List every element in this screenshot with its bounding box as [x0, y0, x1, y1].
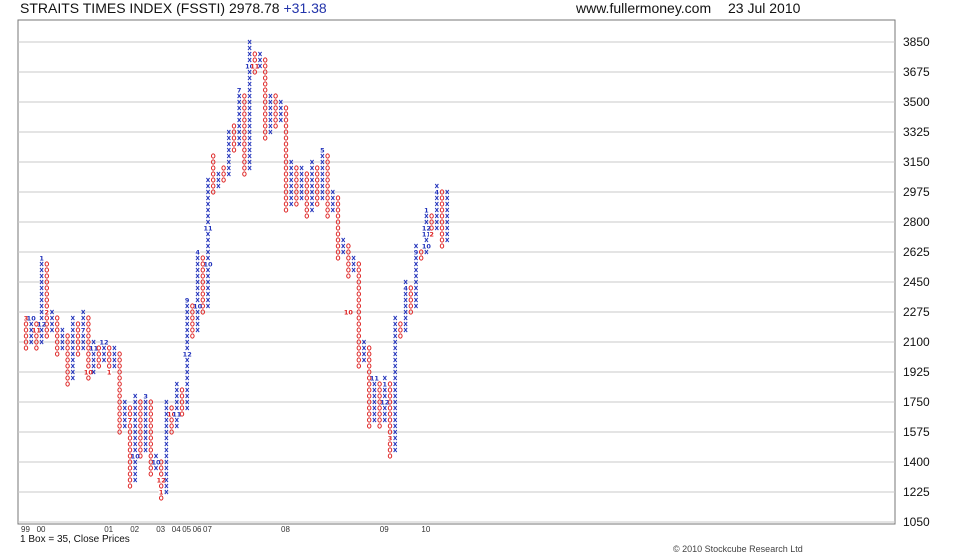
month-marker: 10 [84, 368, 94, 376]
y-tick-label: 2625 [903, 245, 930, 259]
month-marker: 10 [422, 242, 432, 250]
month-marker: 12 [380, 398, 389, 406]
month-marker: 11 [172, 410, 182, 418]
month-marker: 1 [107, 368, 112, 376]
month-marker: 3 [388, 434, 393, 442]
month-marker: 10 [151, 458, 161, 466]
month-marker: 10 [27, 314, 37, 322]
x-year-label: 06 [193, 525, 202, 534]
x-year-label: 99 [21, 525, 30, 534]
month-marker: 9 [185, 296, 190, 304]
month-marker: 12 [157, 476, 166, 484]
y-tick-label: 3850 [903, 35, 930, 49]
month-marker: 1 [424, 206, 429, 214]
y-tick-label: 2275 [903, 305, 930, 319]
y-tick-label: 1400 [903, 455, 930, 469]
y-tick-label: 3150 [903, 155, 930, 169]
x-year-label: 08 [281, 525, 290, 534]
month-marker: 1 [39, 254, 44, 262]
x-year-label: 03 [156, 525, 165, 534]
month-marker: 12 [37, 320, 46, 328]
y-tick-label: 2100 [903, 335, 930, 349]
x-year-label: 09 [380, 525, 389, 534]
month-marker: 10 [344, 308, 354, 316]
x-year-label: 02 [130, 525, 139, 534]
y-tick-label: 3500 [903, 95, 930, 109]
y-tick-label: 1925 [903, 365, 930, 379]
x-year-label: 05 [182, 525, 191, 534]
copyright-notice: © 2010 Stockcube Research Ltd [673, 544, 803, 554]
box-size-note: 1 Box = 35, Close Prices [20, 534, 130, 545]
x-year-label: 00 [37, 525, 46, 534]
x-year-label: 04 [172, 525, 181, 534]
month-marker: 10 [203, 260, 213, 268]
month-marker: 1 [383, 380, 388, 388]
y-tick-label: 3675 [903, 65, 930, 79]
month-marker: 7 [128, 416, 133, 424]
y-tick-label: 2800 [903, 215, 930, 229]
month-marker: 11 [370, 374, 380, 382]
month-marker: 9 [414, 248, 419, 256]
x-axis-year-labels: 99 00 01 02 03 04 05 06 07 08 09 10 [21, 525, 431, 534]
month-marker: 5 [320, 146, 325, 154]
y-tick-label: 1050 [903, 515, 930, 529]
month-marker: 10 [131, 452, 141, 460]
x-year-label: 01 [104, 525, 113, 534]
y-axis-labels: 1050 1225 1400 1575 1750 1925 2100 2275 2450 2625… [903, 35, 930, 529]
month-marker: 4 [403, 284, 408, 292]
x-year-label: 07 [203, 525, 212, 534]
y-tick-label: 1225 [903, 485, 930, 499]
month-marker: 4 [435, 188, 440, 196]
month-marker: 1 [159, 488, 164, 496]
month-marker: 12 [99, 338, 108, 346]
y-tick-label: 1750 [903, 395, 930, 409]
y-tick-label: 3325 [903, 125, 930, 139]
month-marker: 2 [45, 308, 50, 316]
y-tick-label: 2450 [903, 275, 930, 289]
month-marker: 7 [81, 326, 86, 334]
month-marker: 3 [143, 392, 148, 400]
month-marker: 4 [195, 248, 200, 256]
month-marker: 10 [193, 302, 203, 310]
month-marker: 11 [203, 224, 213, 232]
month-marker: 2 [429, 230, 434, 238]
month-marker: 7 [237, 86, 242, 94]
month-marker: 12 [183, 350, 192, 358]
point-and-figure-chart: 1050122514001575175019252100227524502625… [17, 19, 930, 534]
y-tick-label: 2975 [903, 185, 930, 199]
month-marker: 11 [89, 344, 99, 352]
x-year-label: 10 [421, 525, 430, 534]
y-tick-label: 1575 [903, 425, 930, 439]
month-marker: 11 [250, 62, 260, 70]
